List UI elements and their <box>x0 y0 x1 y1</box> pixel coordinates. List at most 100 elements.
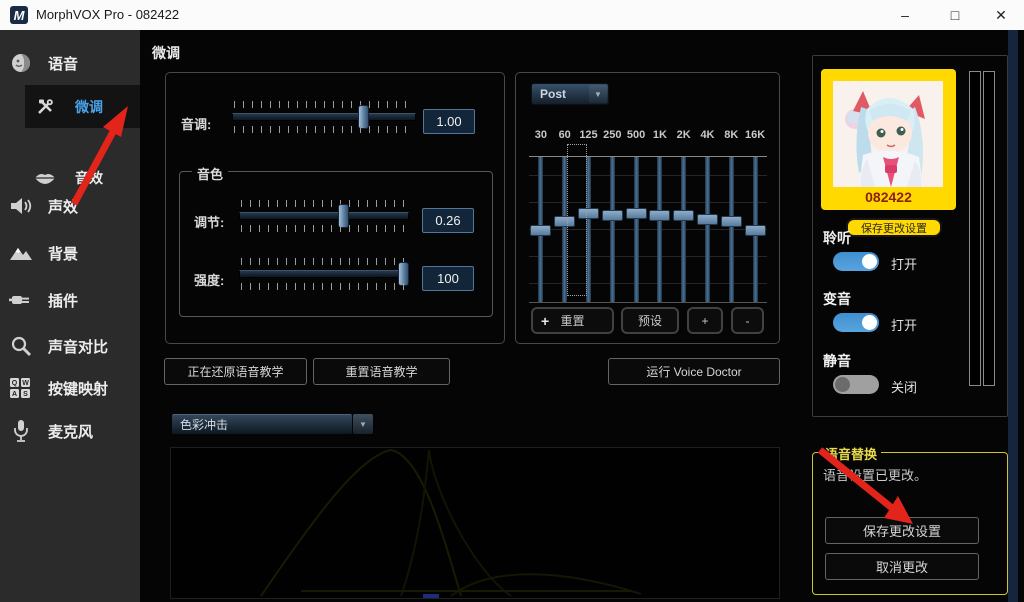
eq-band-500[interactable] <box>624 149 648 307</box>
slider-track <box>239 270 409 278</box>
eq-track <box>562 157 567 302</box>
restore-lesson-button[interactable]: 正在还原语音教学 <box>164 358 307 385</box>
eq-thumb[interactable] <box>578 208 599 219</box>
eq-thumb[interactable] <box>530 225 551 236</box>
mountains-icon <box>8 240 34 266</box>
sidebar-item-background[interactable]: 背景 <box>0 235 140 271</box>
morph-toggle[interactable] <box>833 313 879 332</box>
eq-band-16k[interactable] <box>743 149 767 307</box>
save-changes-button[interactable]: 保存更改设置 <box>825 517 979 544</box>
voice-status-panel: 082422 保存更改设置 聆听 打开 变音 打开 静音 关闭 <box>812 55 1008 417</box>
voice-sphere-icon <box>8 50 34 76</box>
eq-remove-button[interactable]: - <box>731 307 764 334</box>
eq-track <box>586 157 591 302</box>
eq-thumb[interactable] <box>745 225 766 236</box>
tick-marks <box>241 258 407 265</box>
sidebar-item-tweak[interactable]: 微调 <box>25 85 140 128</box>
eq-thumb[interactable] <box>554 216 575 227</box>
eq-track <box>729 157 734 302</box>
morph-state: 打开 <box>891 315 917 334</box>
sidebar-item-key-mapping[interactable]: Q W A S 按键映射 <box>0 370 140 406</box>
title-bar: M MorphVOX Pro - 082422 – □ ✕ <box>0 0 1024 30</box>
eq-preset-value: Post <box>532 87 589 101</box>
eq-thumb[interactable] <box>673 210 694 221</box>
chevron-down-icon[interactable]: ▼ <box>353 414 373 434</box>
eq-thumb[interactable] <box>721 216 742 227</box>
reset-lesson-button[interactable]: 重置语音教学 <box>313 358 450 385</box>
tick-marks <box>241 283 407 290</box>
sidebar-item-voice-compare[interactable]: 声音对比 <box>0 328 140 364</box>
timbre-group-title: 音色 <box>192 164 228 183</box>
eq-band-60[interactable] <box>553 149 577 307</box>
pitch-slider[interactable] <box>232 101 416 133</box>
sidebar-item-label: 按键映射 <box>48 378 108 399</box>
strength-slider[interactable] <box>239 258 409 290</box>
vu-meter-right <box>983 71 995 386</box>
freq-label: 2K <box>672 129 696 141</box>
eq-reset-button[interactable]: + 重置 <box>531 307 614 334</box>
eq-track <box>681 157 686 302</box>
eq-preset-dropdown[interactable]: Post ▼ <box>531 83 609 105</box>
sidebar-item-plugins[interactable]: 插件 <box>0 282 140 318</box>
eq-band-30[interactable] <box>529 149 553 307</box>
svg-text:S: S <box>23 391 28 398</box>
mute-state: 关闭 <box>891 377 917 396</box>
eq-band-250[interactable] <box>600 149 624 307</box>
slider-track <box>232 113 416 121</box>
tick-marks <box>234 101 414 108</box>
eq-track <box>657 157 662 302</box>
eq-band-2k[interactable] <box>672 149 696 307</box>
avatar <box>833 81 943 187</box>
maximize-button[interactable]: □ <box>932 0 978 30</box>
voice-doctor-button[interactable]: 运行 Voice Doctor <box>608 358 780 385</box>
adjust-label: 调节: <box>194 212 224 231</box>
eq-presets-button[interactable]: 预设 <box>621 307 679 334</box>
tuning-panel: 音调: 1.00 音色 调节: 0.26 强度: <box>165 72 505 344</box>
eq-add-button[interactable]: + <box>687 307 723 334</box>
sidebar-item-label: 插件 <box>48 290 78 311</box>
eq-band-125[interactable] <box>577 149 601 307</box>
svg-text:A: A <box>12 391 17 398</box>
timbre-group: 音色 调节: 0.26 强度: 100 <box>179 171 493 317</box>
eq-sliders-area <box>529 149 767 307</box>
eq-thumb[interactable] <box>602 210 623 221</box>
slider-track <box>239 212 409 220</box>
minimize-button[interactable]: – <box>882 0 928 30</box>
chevron-down-icon: ▼ <box>589 85 607 103</box>
sidebar-item-voices[interactable]: 语音 <box>0 45 140 81</box>
status-message: 语音设置已更改。 <box>823 465 927 484</box>
toggle-knob <box>835 377 850 392</box>
freq-label: 30 <box>529 129 553 141</box>
cancel-changes-button[interactable]: 取消更改 <box>825 553 979 580</box>
tools-icon <box>32 94 58 120</box>
tick-marks <box>241 225 407 232</box>
pitch-label: 音调: <box>181 114 211 133</box>
sidebar-item-label: 语音 <box>48 53 78 74</box>
magnifier-icon <box>8 333 34 359</box>
listen-label: 聆听 <box>823 228 851 248</box>
window-edge <box>1008 30 1018 602</box>
eq-thumb[interactable] <box>626 208 647 219</box>
adjust-slider[interactable] <box>239 200 409 232</box>
eq-thumb[interactable] <box>649 210 670 221</box>
voice-replace-title: 语音替换 <box>821 444 881 463</box>
pitch-value[interactable]: 1.00 <box>423 109 475 134</box>
eq-band-1k[interactable] <box>648 149 672 307</box>
listen-toggle[interactable] <box>833 252 879 271</box>
mute-toggle[interactable] <box>833 375 879 394</box>
sidebar-item-microphone[interactable]: 麦克风 <box>0 413 140 449</box>
plug-icon <box>8 287 34 313</box>
voice-select-dropdown[interactable]: 色彩冲击 <box>172 414 352 434</box>
eq-band-8k[interactable] <box>719 149 743 307</box>
eq-band-4k[interactable] <box>696 149 720 307</box>
sidebar: 语音 微调 音效 声效 背景 <box>0 30 140 602</box>
page-title: 微调 <box>152 43 180 63</box>
eq-thumb[interactable] <box>697 214 718 225</box>
plus-icon: + <box>541 313 549 329</box>
close-button[interactable]: ✕ <box>978 0 1024 30</box>
profile-save-button[interactable]: 保存更改设置 <box>846 218 942 237</box>
sidebar-item-sound-effects[interactable]: 声效 <box>0 188 140 224</box>
strength-value[interactable]: 100 <box>422 266 474 291</box>
eq-track <box>634 157 639 302</box>
adjust-value[interactable]: 0.26 <box>422 208 474 233</box>
